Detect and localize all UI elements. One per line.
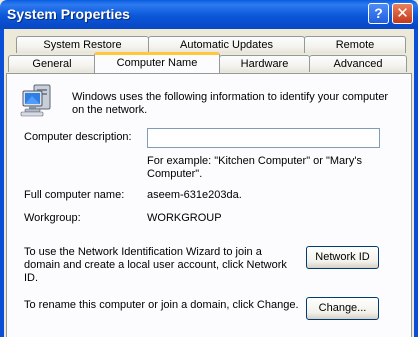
tab-label: Advanced: [333, 58, 383, 70]
window-title: System Properties: [7, 6, 130, 22]
intro-text-line1: Windows uses the following information t…: [72, 91, 389, 103]
tab-system-restore[interactable]: System Restore: [16, 36, 149, 53]
full-computer-name-value: aseem-631e203da.: [147, 189, 242, 201]
workgroup-value: WORKGROUP: [147, 212, 222, 224]
computer-description-label: Computer description:: [24, 131, 132, 143]
example-text-line1: For example: "Kitchen Computer" or "Mary…: [147, 155, 362, 167]
intro-text-line2: on the network.: [72, 104, 148, 116]
example-text-line2: Computer".: [147, 168, 203, 180]
window-border-right: [414, 29, 418, 337]
tab-hardware[interactable]: Hardware: [219, 55, 310, 72]
tab-computer-name[interactable]: Computer Name: [94, 52, 220, 73]
workgroup-label: Workgroup:: [24, 212, 81, 224]
wizard-text-line1: To use the Network Identification Wizard…: [24, 246, 262, 258]
change-button[interactable]: Change...: [306, 297, 379, 320]
help-button[interactable]: ?: [368, 3, 389, 24]
tab-advanced[interactable]: Advanced: [309, 55, 407, 72]
tab-label: Hardware: [240, 58, 289, 70]
title-bar[interactable]: System Properties ? ✕: [0, 0, 418, 29]
wizard-text-line3: ID.: [24, 272, 39, 284]
tab-label: Computer Name: [116, 57, 198, 69]
tab-label: Remote: [335, 39, 375, 51]
tab-automatic-updates[interactable]: Automatic Updates: [148, 36, 305, 53]
computer-description-input[interactable]: [147, 128, 380, 148]
computer-icon: [20, 84, 51, 117]
rename-text: To rename this computer or join a domain…: [24, 299, 299, 311]
full-computer-name-label: Full computer name:: [24, 189, 125, 201]
system-properties-window: System Properties ? ✕ System Restore Aut…: [0, 0, 418, 337]
network-id-button[interactable]: Network ID: [306, 246, 379, 269]
tab-remote[interactable]: Remote: [304, 36, 406, 53]
tab-label: Automatic Updates: [180, 39, 273, 51]
wizard-text-line2: domain and create a local user account, …: [24, 259, 287, 271]
tab-label: General: [32, 58, 72, 70]
tab-general[interactable]: General: [8, 55, 96, 72]
close-button[interactable]: ✕: [392, 3, 413, 24]
tab-label: System Restore: [43, 39, 122, 51]
window-border-left: [0, 29, 4, 337]
close-icon: ✕: [396, 5, 409, 22]
help-icon: ?: [374, 5, 383, 21]
